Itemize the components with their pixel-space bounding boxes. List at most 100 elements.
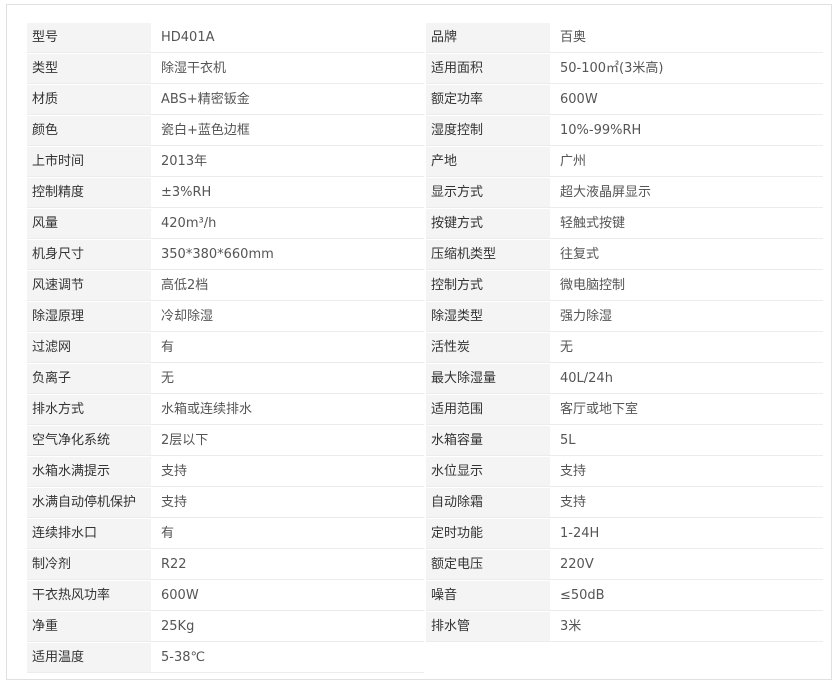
spec-row: 噪音 ≤50dB bbox=[426, 581, 823, 612]
spec-label: 品牌 bbox=[426, 23, 550, 53]
spec-row: 连续排水口有 bbox=[27, 519, 424, 550]
spec-row: 制冷剂 R22 bbox=[27, 550, 424, 581]
spec-label: 活性炭 bbox=[426, 333, 550, 363]
spec-label: 适用温度 bbox=[27, 643, 151, 673]
spec-row: 最大除湿量 40L/24h bbox=[426, 364, 823, 395]
spec-row: 颜色 瓷白+蓝色边框 bbox=[27, 116, 424, 147]
spec-value: 1-24H bbox=[550, 519, 823, 549]
spec-label: 型号 bbox=[27, 23, 151, 53]
spec-value: R22 bbox=[151, 550, 424, 580]
spec-row: 水箱水满提示 支持 bbox=[27, 457, 424, 488]
spec-row: 风速调节 高低2档 bbox=[27, 271, 424, 302]
spec-row: 适用面积 50-100㎡(3米高) bbox=[426, 54, 823, 85]
spec-value: 往复式 bbox=[550, 240, 823, 270]
spec-label: 干衣热风功率 bbox=[27, 581, 151, 611]
spec-label: 控制精度 bbox=[27, 178, 151, 208]
spec-value: 轻触式按键 bbox=[550, 209, 823, 239]
spec-value: 支持 bbox=[151, 488, 424, 518]
spec-label: 显示方式 bbox=[426, 178, 550, 208]
spec-row: 定时功能 1-24H bbox=[426, 519, 823, 550]
spec-value: 600W bbox=[151, 581, 424, 611]
spec-row: 水位显示 支持 bbox=[426, 457, 823, 488]
spec-value: 支持 bbox=[151, 457, 424, 487]
spec-label: 上市时间 bbox=[27, 147, 151, 177]
spec-value: 420m³/h bbox=[151, 209, 424, 239]
spec-label: 风量 bbox=[27, 209, 151, 239]
spec-value: 无 bbox=[151, 364, 424, 394]
spec-table: 型号 HD401A 品牌 百奥 类型 除湿干衣机 适用面积 50-100㎡(3米高) 材质 ABS… bbox=[27, 23, 823, 674]
spec-label: 材质 bbox=[27, 85, 151, 115]
spec-value: 广州 bbox=[550, 147, 823, 177]
spec-value: 600W bbox=[550, 85, 823, 115]
spec-row: 类型 除湿干衣机 bbox=[27, 54, 424, 85]
spec-value: 水箱或连续排水 bbox=[151, 395, 424, 425]
spec-row: 额定电压 220V bbox=[426, 550, 823, 581]
spec-row: 活性炭无 bbox=[426, 333, 823, 364]
spec-row: 过滤网有 bbox=[27, 333, 424, 364]
spec-value: 50-100㎡(3米高) bbox=[550, 54, 823, 84]
spec-row: 适用温度 5-38℃ bbox=[27, 643, 424, 674]
spec-row: 自动除霜 支持 bbox=[426, 488, 823, 519]
spec-value: 百奥 bbox=[550, 23, 823, 53]
spec-row: 湿度控制 10%-99%RH bbox=[426, 116, 823, 147]
spec-label: 类型 bbox=[27, 54, 151, 84]
spec-value: HD401A bbox=[151, 23, 424, 53]
spec-value: 除湿干衣机 bbox=[151, 54, 424, 84]
spec-label: 空气净化系统 bbox=[27, 426, 151, 456]
spec-row: 控制方式 微电脑控制 bbox=[426, 271, 823, 302]
spec-value: 40L/24h bbox=[550, 364, 823, 394]
spec-row: 产地 广州 bbox=[426, 147, 823, 178]
spec-value: 220V bbox=[550, 550, 823, 580]
spec-value: 10%-99%RH bbox=[550, 116, 823, 146]
spec-value: 5-38℃ bbox=[151, 643, 424, 673]
spec-label: 制冷剂 bbox=[27, 550, 151, 580]
spec-label: 水箱容量 bbox=[426, 426, 550, 456]
spec-value: ABS+精密钣金 bbox=[151, 85, 424, 115]
spec-row: 控制精度 ±3%RH bbox=[27, 178, 424, 209]
spec-row: 额定功率 600W bbox=[426, 85, 823, 116]
spec-label: 负离子 bbox=[27, 364, 151, 394]
spec-value: 25Kg bbox=[151, 612, 424, 642]
spec-row: 除湿类型 强力除湿 bbox=[426, 302, 823, 333]
spec-label: 产地 bbox=[426, 147, 550, 177]
spec-value: ±3%RH bbox=[151, 178, 424, 208]
spec-label: 湿度控制 bbox=[426, 116, 550, 146]
spec-row: 品牌 百奥 bbox=[426, 23, 823, 54]
spec-value: 有 bbox=[151, 333, 424, 363]
spec-value: 高低2档 bbox=[151, 271, 424, 301]
spec-label: 定时功能 bbox=[426, 519, 550, 549]
spec-value: ≤50dB bbox=[550, 581, 823, 611]
spec-row: 干衣热风功率 600W bbox=[27, 581, 424, 612]
spec-row: 排水管 3米 bbox=[426, 612, 823, 643]
spec-label: 额定电压 bbox=[426, 550, 550, 580]
spec-value: 支持 bbox=[550, 488, 823, 518]
spec-value: 支持 bbox=[550, 457, 823, 487]
spec-value: 强力除湿 bbox=[550, 302, 823, 332]
spec-label: 连续排水口 bbox=[27, 519, 151, 549]
spec-label: 风速调节 bbox=[27, 271, 151, 301]
spec-label: 噪音 bbox=[426, 581, 550, 611]
spec-label: 控制方式 bbox=[426, 271, 550, 301]
spec-label: 净重 bbox=[27, 612, 151, 642]
spec-row: 显示方式 超大液晶屏显示 bbox=[426, 178, 823, 209]
spec-row: 风量 420m³/h bbox=[27, 209, 424, 240]
spec-label: 过滤网 bbox=[27, 333, 151, 363]
spec-row: 除湿原理 冷却除湿 bbox=[27, 302, 424, 333]
spec-value: 微电脑控制 bbox=[550, 271, 823, 301]
spec-row: 型号 HD401A bbox=[27, 23, 424, 54]
spec-label: 除湿类型 bbox=[426, 302, 550, 332]
spec-row: 负离子无 bbox=[27, 364, 424, 395]
spec-row: 按键方式 轻触式按键 bbox=[426, 209, 823, 240]
spec-label: 颜色 bbox=[27, 116, 151, 146]
spec-label: 水满自动停机保护 bbox=[27, 488, 151, 518]
spec-row: 上市时间 2013年 bbox=[27, 147, 424, 178]
spec-row: 净重 25Kg bbox=[27, 612, 424, 643]
spec-label: 额定功率 bbox=[426, 85, 550, 115]
spec-value: 2013年 bbox=[151, 147, 424, 177]
spec-row: 水满自动停机保护 支持 bbox=[27, 488, 424, 519]
spec-label: 适用面积 bbox=[426, 54, 550, 84]
spec-label: 水箱水满提示 bbox=[27, 457, 151, 487]
spec-value: 瓷白+蓝色边框 bbox=[151, 116, 424, 146]
spec-table-frame: 型号 HD401A 品牌 百奥 类型 除湿干衣机 适用面积 50-100㎡(3米高) 材质 ABS… bbox=[6, 4, 832, 680]
spec-label: 除湿原理 bbox=[27, 302, 151, 332]
